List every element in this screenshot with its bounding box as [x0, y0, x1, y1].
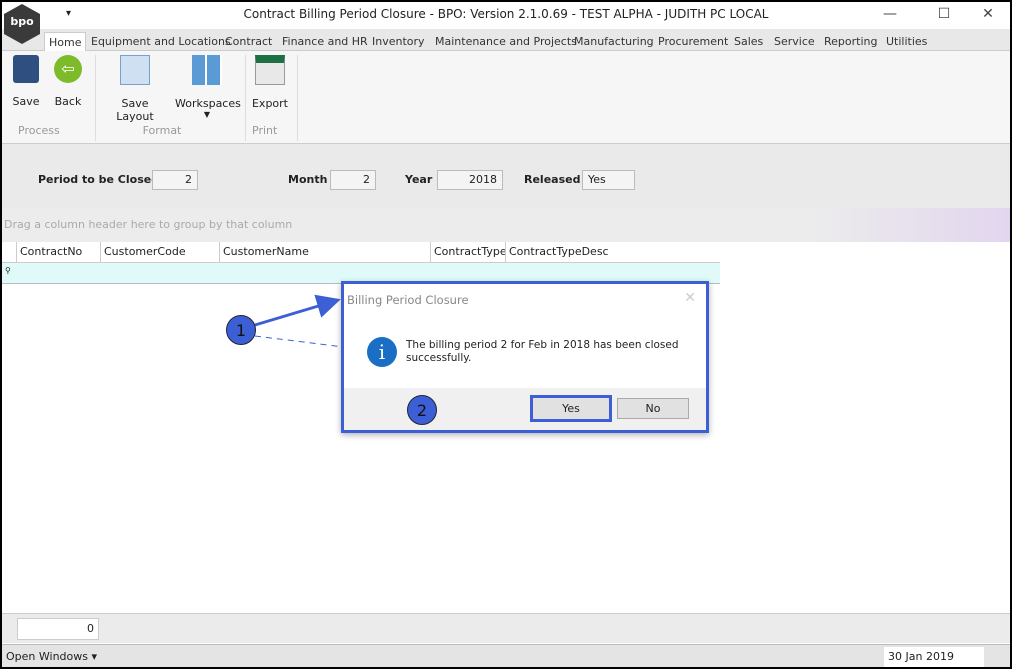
- dialog-close-icon[interactable]: ✕: [684, 290, 696, 306]
- dialog-footer: Yes No: [344, 388, 706, 430]
- arrow-to-title: [254, 294, 341, 327]
- dialog-title: Billing Period Closure: [347, 293, 469, 307]
- yes-button[interactable]: Yes: [530, 395, 612, 422]
- no-button[interactable]: No: [617, 398, 689, 419]
- dialog-message: The billing period 2 for Feb in 2018 has…: [406, 339, 679, 364]
- callout-1: 1: [226, 315, 256, 345]
- callout-2: 2: [407, 395, 437, 425]
- billing-period-closure-dialog: Billing Period Closure ✕ i The billing p…: [341, 281, 709, 433]
- info-icon: i: [367, 337, 397, 367]
